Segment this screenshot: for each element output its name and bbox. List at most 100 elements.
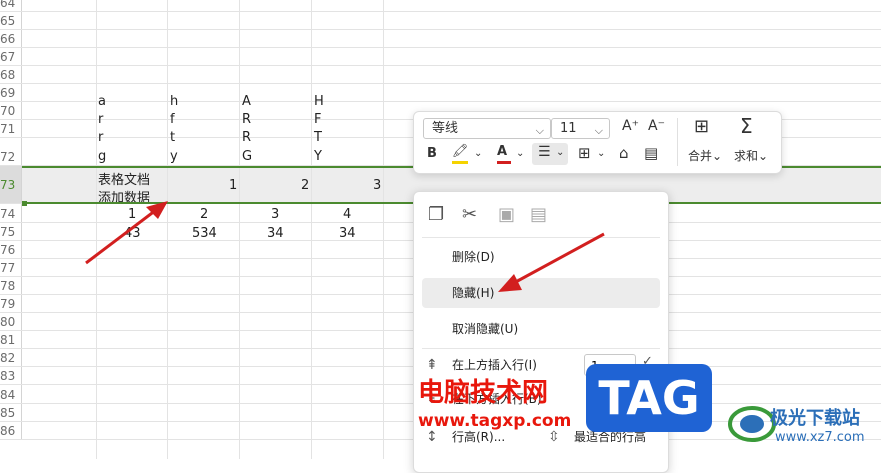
cell[interactable]: r bbox=[98, 130, 103, 145]
sum-button[interactable]: 求和⌄ bbox=[734, 147, 768, 164]
row-number: 84 bbox=[0, 388, 16, 402]
sheet-row[interactable]: 68 bbox=[0, 66, 881, 84]
cell[interactable]: 3 bbox=[271, 207, 279, 222]
menu-item-unhide[interactable]: 取消隐藏(U) bbox=[422, 314, 660, 344]
chevron-down-icon: ⌵ bbox=[535, 124, 544, 137]
cell[interactable]: R bbox=[242, 130, 251, 145]
row-number: 74 bbox=[0, 207, 16, 221]
cell[interactable]: 534 bbox=[192, 226, 217, 241]
cell[interactable]: 4 bbox=[343, 207, 351, 222]
align-center-icon: ☰ bbox=[538, 144, 551, 160]
cell[interactable]: A bbox=[242, 94, 251, 109]
row-header[interactable]: 82 bbox=[0, 349, 22, 366]
cell-format-icon[interactable]: ▤ bbox=[644, 144, 658, 162]
row-header[interactable]: 65 bbox=[0, 12, 22, 29]
divider bbox=[677, 118, 678, 166]
font-name-dropdown[interactable]: 等线 ⌵ bbox=[423, 118, 551, 139]
merge-cells-icon[interactable]: ⊞ bbox=[694, 116, 709, 137]
row-header[interactable]: 73 bbox=[0, 166, 22, 203]
row-header[interactable]: 86 bbox=[0, 422, 22, 439]
row-header[interactable]: 67 bbox=[0, 48, 22, 65]
cell[interactable]: a bbox=[98, 94, 106, 109]
paste-icon[interactable]: ▣ bbox=[498, 204, 515, 225]
cell[interactable]: f bbox=[170, 112, 175, 127]
sheet-row[interactable]: 65 bbox=[0, 12, 881, 30]
row-header[interactable]: 79 bbox=[0, 295, 22, 312]
sum-icon[interactable]: Σ bbox=[740, 114, 753, 138]
cell[interactable]: 34 bbox=[339, 226, 356, 241]
cell[interactable]: 34 bbox=[267, 226, 284, 241]
cell[interactable]: G bbox=[242, 149, 252, 164]
cell[interactable]: h bbox=[170, 94, 178, 109]
row-number: 77 bbox=[0, 261, 16, 275]
annotation-arrow bbox=[498, 232, 605, 292]
chevron-down-icon[interactable]: ⌄ bbox=[516, 148, 524, 159]
chevron-down-icon[interactable]: ⌄ bbox=[597, 148, 605, 159]
sheet-row[interactable]: 69 bbox=[0, 84, 881, 102]
row-header[interactable]: 68 bbox=[0, 66, 22, 83]
cell[interactable]: F bbox=[314, 112, 321, 127]
row-number: 79 bbox=[0, 297, 16, 311]
font-size-dropdown[interactable]: 11 ⌵ bbox=[551, 118, 610, 139]
row-number: 72 bbox=[0, 150, 16, 164]
row-number: 78 bbox=[0, 279, 16, 293]
copy-icon[interactable]: ❐ bbox=[428, 204, 444, 225]
fill-handle[interactable] bbox=[22, 201, 27, 206]
decrease-font-icon[interactable]: A⁻ bbox=[648, 118, 665, 134]
paste-special-icon[interactable]: ▤ bbox=[530, 204, 547, 225]
cell[interactable]: r bbox=[98, 112, 103, 127]
sheet-row[interactable]: 66 bbox=[0, 30, 881, 48]
cell[interactable]: t bbox=[170, 130, 175, 145]
font-color-icon[interactable]: A bbox=[497, 144, 511, 164]
format-painter-icon[interactable]: ⌂ bbox=[619, 144, 629, 162]
row-header[interactable]: 81 bbox=[0, 331, 22, 348]
row-header[interactable]: 70 bbox=[0, 102, 22, 119]
row-number: 71 bbox=[0, 122, 16, 136]
row-header[interactable]: 85 bbox=[0, 404, 22, 421]
row-header[interactable]: 80 bbox=[0, 313, 22, 330]
bold-button[interactable]: B bbox=[427, 146, 437, 161]
cell[interactable]: R bbox=[242, 112, 251, 127]
merge-button[interactable]: 合并⌄ bbox=[688, 147, 722, 164]
menu-item-label: 行高(R)... bbox=[452, 430, 506, 444]
row-number: 80 bbox=[0, 315, 16, 329]
row-header[interactable]: 83 bbox=[0, 367, 22, 384]
chevron-down-icon[interactable]: ⌄ bbox=[474, 148, 482, 159]
row-number: 66 bbox=[0, 32, 16, 46]
sheet-row[interactable]: 64 bbox=[0, 0, 881, 12]
cell[interactable]: T bbox=[314, 130, 322, 145]
row-header[interactable]: 66 bbox=[0, 30, 22, 47]
font-size-value: 11 bbox=[560, 121, 577, 136]
cell[interactable]: 2 bbox=[200, 207, 208, 222]
borders-icon[interactable]: ⊞ bbox=[578, 144, 591, 162]
row-header[interactable]: 72 bbox=[0, 138, 22, 165]
menu-item-label: 取消隐藏(U) bbox=[452, 322, 519, 336]
row-header[interactable]: 69 bbox=[0, 84, 22, 101]
row-number: 85 bbox=[0, 406, 16, 420]
row-number: 65 bbox=[0, 14, 16, 28]
cell[interactable]: Y bbox=[314, 149, 322, 164]
row-header[interactable]: 78 bbox=[0, 277, 22, 294]
row-header[interactable]: 71 bbox=[0, 120, 22, 137]
row-header[interactable]: 76 bbox=[0, 241, 22, 258]
cell[interactable]: g bbox=[98, 149, 106, 164]
cell[interactable]: y bbox=[170, 149, 178, 164]
fill-color-icon[interactable]: 🖍 bbox=[452, 144, 469, 164]
row-header[interactable]: 64 bbox=[0, 0, 22, 11]
sheet-row[interactable]: 67 bbox=[0, 48, 881, 66]
chevron-down-icon: ⌵ bbox=[594, 124, 603, 137]
tag-logo: TAG bbox=[586, 364, 712, 432]
align-button[interactable]: ☰ ⌄ bbox=[532, 143, 568, 165]
row-header[interactable]: 75 bbox=[0, 223, 22, 240]
row-header[interactable]: 74 bbox=[0, 204, 22, 222]
menu-item-label: 隐藏(H) bbox=[452, 286, 495, 300]
chevron-down-icon: ⌄ bbox=[556, 147, 565, 158]
row-header[interactable]: 77 bbox=[0, 259, 22, 276]
cell[interactable]: H bbox=[314, 94, 324, 109]
increase-font-icon[interactable]: A⁺ bbox=[622, 118, 639, 134]
row-number: 64 bbox=[0, 0, 16, 10]
row-header[interactable]: 84 bbox=[0, 385, 22, 403]
menu-item-label: 最适合的行高 bbox=[574, 430, 647, 444]
row-number: 86 bbox=[0, 424, 16, 438]
cut-icon[interactable]: ✂ bbox=[462, 204, 477, 225]
